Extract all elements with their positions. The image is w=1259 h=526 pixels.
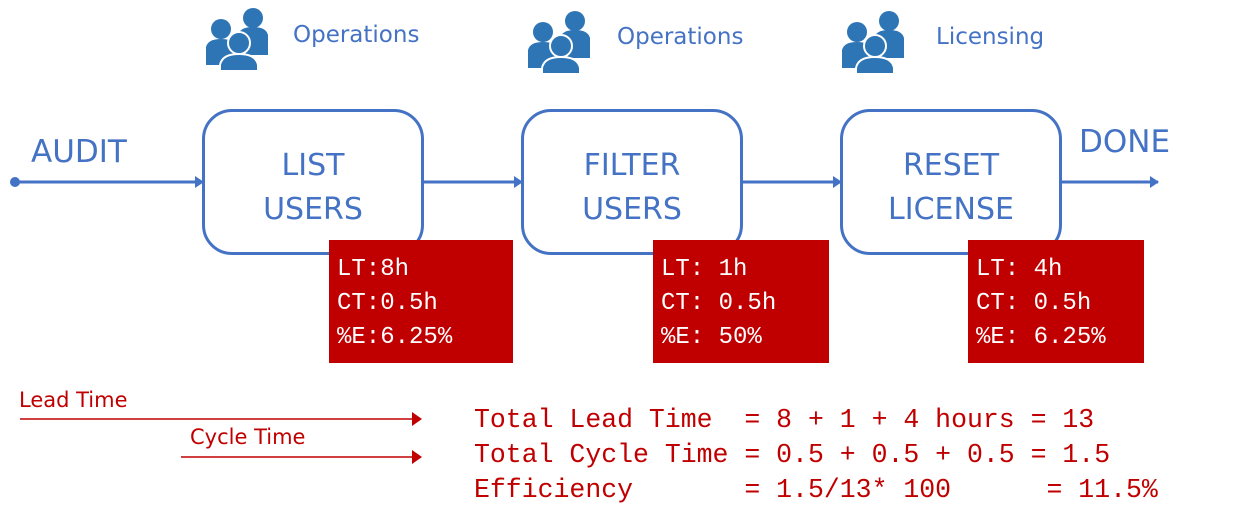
end-label: DONE bbox=[1079, 124, 1171, 160]
people-group-icon bbox=[842, 11, 904, 74]
step-title-line2: USERS bbox=[263, 192, 363, 227]
step-box: FILTER USERS bbox=[521, 109, 743, 255]
start-label: AUDIT bbox=[31, 134, 127, 170]
step-title-line1: FILTER bbox=[583, 148, 681, 183]
lead-time-value: LT: 4h bbox=[976, 256, 1063, 283]
cycle-time-value: CT: 0.5h bbox=[976, 290, 1092, 317]
step-title-line2: USERS bbox=[582, 192, 682, 227]
team-label: Operations bbox=[617, 24, 744, 50]
step-title-line2: LICENSE bbox=[888, 192, 1014, 227]
lead-time-legend-label: Lead Time bbox=[19, 388, 128, 412]
cycle-time-value: CT:0.5h bbox=[337, 290, 438, 317]
cycle-time-value: CT: 0.5h bbox=[661, 290, 777, 317]
step-metrics: LT: 1h CT: 0.5h %E: 50% bbox=[653, 240, 829, 363]
team-label: Licensing bbox=[936, 24, 1045, 50]
cycle-time-legend-label: Cycle Time bbox=[190, 425, 306, 449]
total-cycle-time-formula: Total Cycle Time = 0.5 + 0.5 + 0.5 = 1.5 bbox=[474, 440, 1111, 470]
efficiency-value: %E:6.25% bbox=[337, 324, 453, 351]
efficiency-value: %E: 50% bbox=[661, 324, 762, 351]
step-metrics: LT:8h CT:0.5h %E:6.25% bbox=[329, 240, 513, 363]
people-group-icon bbox=[528, 11, 590, 74]
step-title-line1: LIST bbox=[281, 148, 345, 183]
people-group-icon bbox=[206, 8, 268, 71]
step-title-line1: RESET bbox=[902, 148, 1000, 183]
total-lead-time-formula: Total Lead Time = 8 + 1 + 4 hours = 13 bbox=[474, 405, 1095, 435]
step-box: RESET LICENSE bbox=[840, 109, 1062, 255]
lead-time-value: LT: 1h bbox=[661, 256, 748, 283]
team-label: Operations bbox=[293, 22, 420, 48]
step-box: LIST USERS bbox=[202, 109, 424, 255]
efficiency-value: %E: 6.25% bbox=[976, 324, 1106, 351]
lead-time-value: LT:8h bbox=[337, 256, 410, 283]
step-metrics: LT: 4h CT: 0.5h %E: 6.25% bbox=[968, 240, 1144, 363]
efficiency-formula: Efficiency = 1.5/13* 100 = 11.5% bbox=[474, 475, 1158, 505]
